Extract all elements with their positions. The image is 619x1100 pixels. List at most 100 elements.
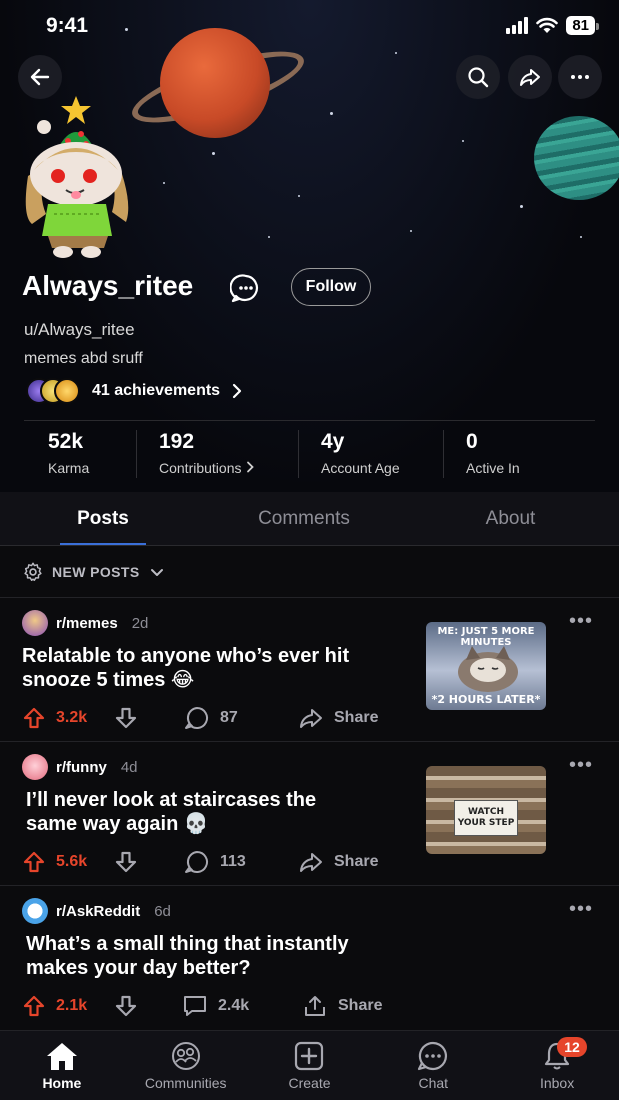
stat-contributions[interactable]: 192 Contributions [136, 430, 298, 478]
post-header: r/funny 4d [22, 754, 138, 780]
chevron-right-icon [232, 383, 242, 399]
post-card[interactable]: r/AskReddit 6d ••• What’s a small thing … [0, 886, 619, 1030]
share-label: Share [334, 853, 379, 870]
comment-bubble-icon [185, 851, 208, 873]
star [462, 140, 464, 142]
post-title[interactable]: I’ll never look at staircases the same w… [26, 788, 326, 836]
share-button[interactable]: Share [298, 850, 378, 874]
post-more-options-icon[interactable]: ••• [569, 754, 593, 777]
comment-bubble-icon [185, 707, 208, 729]
post-card[interactable]: r/funny 4d ••• I’ll never look at stairc… [0, 742, 619, 886]
post-more-options-icon[interactable]: ••• [569, 898, 593, 921]
comments-button[interactable]: 113 [184, 850, 246, 874]
share-label: Share [338, 997, 383, 1014]
search-button[interactable] [456, 55, 500, 99]
post-title[interactable]: What’s a small thing that instantly make… [26, 932, 386, 980]
comments-button[interactable]: 87 [184, 706, 238, 730]
start-chat-button[interactable] [229, 272, 262, 309]
nav-inbox[interactable]: Inbox 12 [495, 1031, 619, 1100]
subreddit-name[interactable]: r/memes [56, 615, 118, 632]
upvote-button[interactable]: 5.6k [22, 850, 87, 874]
stat-label-text: Contributions [159, 460, 242, 476]
post-actions: 5.6k 113 Share [22, 850, 412, 878]
nav-label: Communities [144, 1075, 227, 1091]
upvote-arrow-icon [23, 995, 45, 1017]
achievements-link[interactable]: 41 achievements [26, 378, 244, 404]
upvote-count: 2.1k [56, 997, 88, 1014]
nav-create[interactable]: Create [248, 1031, 372, 1100]
tab-comments[interactable]: Comments [206, 492, 402, 545]
stat-label: Karma [48, 460, 90, 476]
comment-square-icon [184, 996, 206, 1016]
achievement-badges [26, 378, 82, 404]
post-age: 4d [120, 758, 138, 776]
share-label: Share [334, 709, 379, 726]
tab-posts[interactable]: Posts [0, 492, 206, 545]
post-thumbnail[interactable]: WATCH YOUR STEP [426, 766, 546, 854]
tab-about[interactable]: About [402, 492, 619, 545]
post-age: 2d [131, 614, 149, 632]
profile-username: Always_ritee [22, 270, 194, 301]
downvote-button[interactable] [114, 850, 138, 874]
back-button[interactable] [18, 55, 62, 99]
search-icon [468, 67, 489, 88]
downvote-button[interactable] [114, 706, 138, 730]
nav-label: Create [288, 1075, 331, 1091]
wifi-icon [536, 17, 559, 33]
share-arrow-icon [300, 853, 322, 872]
post-thumbnail[interactable]: ME: JUST 5 MORE MINUTES *2 HOURS LATER* [426, 622, 546, 710]
star [330, 112, 333, 115]
post-card[interactable]: r/memes 2d ••• Relatable to anyone who’s… [0, 598, 619, 742]
post-age: 6d [154, 902, 171, 920]
share-button[interactable]: Share [298, 706, 378, 730]
stat-value: 52k [48, 430, 84, 453]
subreddit-avatar-icon[interactable] [22, 610, 48, 636]
battery-indicator: 81 [566, 16, 599, 35]
post-more-options-icon[interactable]: ••• [569, 610, 593, 633]
gear-icon [24, 562, 42, 581]
snoo-avatar-icon [25, 96, 129, 258]
bottom-navigation: Home Communities Create Chat Inbox 12 [0, 1030, 619, 1100]
star [298, 195, 300, 197]
sort-label: NEW POSTS [52, 563, 140, 580]
star [268, 236, 270, 238]
upvote-count: 3.2k [56, 709, 88, 726]
signal-icon [506, 17, 529, 34]
star [410, 230, 412, 232]
stat-value: 4y [321, 430, 345, 453]
upvote-button[interactable]: 3.2k [22, 706, 87, 730]
achievements-label: 41 achievements [92, 382, 221, 399]
nav-communities[interactable]: Communities [124, 1031, 248, 1100]
star [520, 205, 523, 208]
chevron-right-icon [247, 461, 255, 473]
share-button[interactable]: Share [302, 994, 382, 1018]
home-icon [46, 1043, 77, 1070]
subreddit-avatar-icon[interactable] [22, 898, 48, 924]
share-arrow-icon [520, 69, 540, 86]
downvote-arrow-icon [115, 995, 137, 1017]
more-options-button[interactable] [558, 55, 602, 99]
comments-button[interactable]: 2.4k [182, 994, 249, 1018]
nav-home[interactable]: Home [0, 1031, 124, 1100]
comment-count: 2.4k [218, 997, 250, 1014]
subreddit-name[interactable]: r/funny [56, 759, 107, 776]
avatar[interactable] [18, 96, 138, 266]
upvote-button[interactable]: 2.1k [22, 994, 87, 1018]
stat-active-in: 0 Active In [443, 430, 593, 478]
nav-label: Inbox [539, 1075, 575, 1091]
follow-button[interactable]: Follow [291, 268, 371, 306]
share-upload-icon [305, 996, 325, 1016]
nav-label: Chat [418, 1075, 449, 1091]
thumbnail-caption-bottom: *2 HOURS LATER* [431, 693, 541, 706]
subreddit-avatar-icon[interactable] [22, 754, 48, 780]
downvote-button[interactable] [114, 994, 138, 1018]
nav-chat[interactable]: Chat [371, 1031, 495, 1100]
stat-label: Contributions [159, 460, 298, 476]
post-title[interactable]: Relatable to anyone who’s ever hit snooz… [22, 644, 352, 692]
achievement-badge-icon [54, 378, 80, 404]
share-profile-button[interactable] [508, 55, 552, 99]
stat-account-age: 4y Account Age [298, 430, 443, 478]
sort-dropdown[interactable]: NEW POSTS [0, 546, 619, 598]
subreddit-name[interactable]: r/AskReddit [56, 903, 140, 920]
upvote-count: 5.6k [56, 853, 88, 870]
